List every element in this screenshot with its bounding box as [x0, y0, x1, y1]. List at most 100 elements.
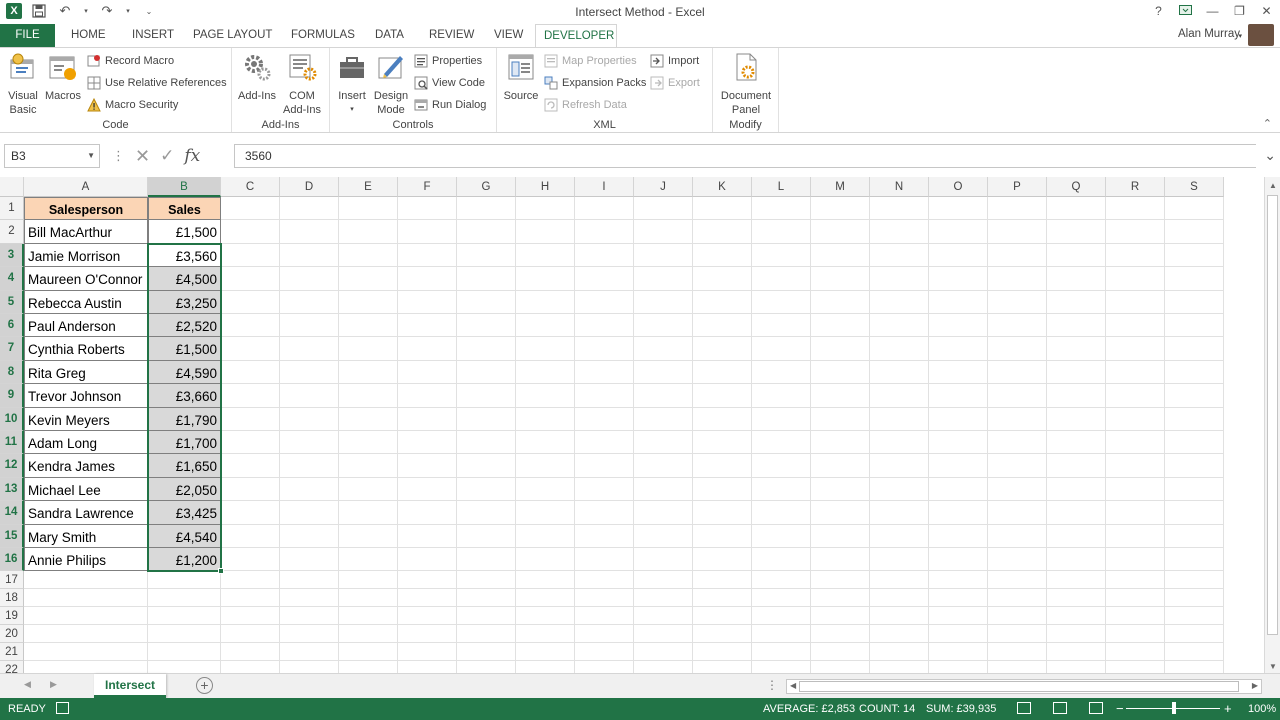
- column-header-e[interactable]: E: [339, 177, 398, 197]
- cell[interactable]: [693, 501, 752, 525]
- cell[interactable]: [634, 548, 693, 572]
- row-header-13[interactable]: 13: [0, 477, 24, 502]
- cell[interactable]: [280, 407, 339, 431]
- cancel-entry-icon[interactable]: ✕: [135, 146, 150, 167]
- cell[interactable]: [516, 477, 575, 502]
- status-sum[interactable]: SUM: £39,935: [926, 703, 996, 715]
- cell[interactable]: [870, 548, 929, 572]
- cell[interactable]: [988, 661, 1047, 673]
- cell[interactable]: [929, 407, 988, 431]
- user-dropdown-icon[interactable]: ▾: [1238, 32, 1242, 40]
- cell[interactable]: [339, 290, 398, 314]
- cell[interactable]: [988, 220, 1047, 244]
- cell[interactable]: [929, 524, 988, 548]
- sheet-tab-intersect[interactable]: Intersect: [94, 674, 166, 698]
- row-header-10[interactable]: 10: [0, 407, 24, 431]
- cell[interactable]: [693, 407, 752, 431]
- zoom-out-button[interactable]: −: [1116, 701, 1124, 716]
- vertical-scroll-thumb[interactable]: [1267, 195, 1278, 635]
- cell[interactable]: [1165, 384, 1224, 408]
- cell[interactable]: [516, 290, 575, 314]
- row-header-7[interactable]: 7: [0, 337, 24, 361]
- row-header-22[interactable]: 22: [0, 661, 24, 673]
- cell[interactable]: [221, 267, 280, 291]
- cell[interactable]: [929, 477, 988, 502]
- cell-sales[interactable]: £3,560: [148, 243, 221, 268]
- user-name[interactable]: Alan Murray: [1178, 28, 1240, 40]
- cell[interactable]: [1047, 290, 1106, 314]
- cell[interactable]: [575, 290, 634, 314]
- tab-splitter-icon[interactable]: ⋮: [766, 678, 778, 692]
- cell[interactable]: [339, 243, 398, 268]
- cell[interactable]: [221, 337, 280, 361]
- cell[interactable]: [457, 243, 516, 268]
- cell[interactable]: [1047, 524, 1106, 548]
- cell[interactable]: [870, 477, 929, 502]
- com-add-ins-button[interactable]: COM Add-Ins: [280, 52, 324, 117]
- cell[interactable]: [457, 661, 516, 673]
- cell[interactable]: [929, 431, 988, 455]
- cell[interactable]: [870, 454, 929, 478]
- tab-insert[interactable]: INSERT: [124, 24, 182, 47]
- cell[interactable]: [811, 197, 870, 221]
- import-button[interactable]: Import: [650, 52, 699, 70]
- cell[interactable]: [516, 314, 575, 338]
- cell[interactable]: [811, 589, 870, 608]
- cell[interactable]: [221, 243, 280, 268]
- cell[interactable]: [988, 625, 1047, 644]
- formula-input[interactable]: 3560: [234, 144, 1256, 168]
- cell[interactable]: [752, 643, 811, 662]
- cell[interactable]: [575, 220, 634, 244]
- cell[interactable]: [457, 571, 516, 590]
- cell-sales[interactable]: £1,700: [148, 431, 221, 455]
- cell[interactable]: [1165, 524, 1224, 548]
- cell[interactable]: [752, 454, 811, 478]
- cell-salesperson[interactable]: Rebecca Austin: [24, 290, 148, 314]
- cell-salesperson[interactable]: Rita Greg: [24, 360, 148, 385]
- cell[interactable]: [575, 501, 634, 525]
- cell[interactable]: [280, 431, 339, 455]
- cell[interactable]: [1165, 643, 1224, 662]
- cell[interactable]: [398, 337, 457, 361]
- cell[interactable]: [221, 661, 280, 673]
- cell[interactable]: [1165, 360, 1224, 385]
- header-cell-salesperson[interactable]: Salesperson: [24, 197, 148, 221]
- cell[interactable]: [693, 360, 752, 385]
- cell[interactable]: [339, 548, 398, 572]
- scroll-left-icon[interactable]: ◀: [790, 681, 796, 690]
- cell-sales[interactable]: £3,250: [148, 290, 221, 314]
- cell[interactable]: [575, 524, 634, 548]
- cell[interactable]: [398, 643, 457, 662]
- cell-sales[interactable]: £2,520: [148, 314, 221, 338]
- cell-sales[interactable]: £4,540: [148, 524, 221, 548]
- cell[interactable]: [575, 607, 634, 626]
- cell[interactable]: [811, 267, 870, 291]
- row-header-20[interactable]: 20: [0, 625, 24, 644]
- page-break-view-icon[interactable]: [1089, 702, 1103, 714]
- cell[interactable]: [1165, 589, 1224, 608]
- cell[interactable]: [929, 243, 988, 268]
- cell[interactable]: [221, 407, 280, 431]
- avatar[interactable]: [1248, 24, 1274, 46]
- scroll-up-icon[interactable]: ▲: [1265, 181, 1280, 190]
- cell[interactable]: [280, 625, 339, 644]
- cell[interactable]: [1106, 661, 1165, 673]
- insert-function-icon[interactable]: fx: [184, 146, 200, 166]
- column-header-n[interactable]: N: [870, 177, 929, 197]
- cell[interactable]: [280, 337, 339, 361]
- select-all-corner[interactable]: [0, 177, 24, 197]
- tab-page-layout[interactable]: PAGE LAYOUT: [185, 24, 280, 47]
- cell[interactable]: [575, 360, 634, 385]
- horizontal-scroll-thumb[interactable]: [799, 681, 1239, 692]
- cell[interactable]: [870, 589, 929, 608]
- fill-handle[interactable]: [218, 568, 224, 575]
- cell[interactable]: [1165, 607, 1224, 626]
- cell-salesperson[interactable]: Cynthia Roberts: [24, 337, 148, 361]
- cell[interactable]: [870, 571, 929, 590]
- cell[interactable]: [929, 220, 988, 244]
- cell[interactable]: [280, 548, 339, 572]
- cell[interactable]: [148, 589, 221, 608]
- cell[interactable]: [752, 571, 811, 590]
- column-header-b[interactable]: B: [148, 177, 221, 197]
- cell[interactable]: [1165, 477, 1224, 502]
